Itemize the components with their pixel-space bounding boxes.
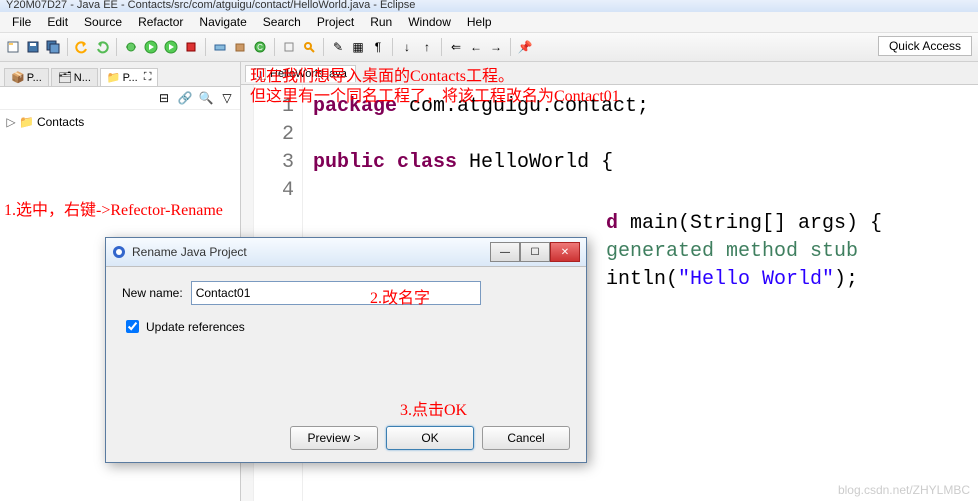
- project-icon: 📁: [19, 115, 34, 129]
- forward-icon[interactable]: →: [487, 38, 505, 56]
- collapse-all-icon[interactable]: ⊟: [155, 89, 173, 107]
- menu-project[interactable]: Project: [309, 13, 362, 31]
- maximize-button[interactable]: ☐: [520, 242, 550, 262]
- navigator-icon: 🗂: [58, 71, 72, 84]
- menu-navigate[interactable]: Navigate: [191, 13, 254, 31]
- tab-navigator[interactable]: 🗂N...: [51, 68, 98, 86]
- editor-tab-helloworld[interactable]: J HelloWorld.java: [245, 65, 356, 82]
- debug-icon[interactable]: [122, 38, 140, 56]
- editor-tabs: J HelloWorld.java: [241, 62, 978, 85]
- view-menu-icon[interactable]: ▽: [218, 89, 236, 107]
- open-type-icon[interactable]: [280, 38, 298, 56]
- prev-annotation-icon[interactable]: ↑: [418, 38, 436, 56]
- rename-dialog: Rename Java Project — ☐ ✕ New name: Upda…: [105, 237, 587, 463]
- ok-button[interactable]: OK: [386, 426, 474, 450]
- run-last-icon[interactable]: [162, 38, 180, 56]
- redo-icon[interactable]: [93, 38, 111, 56]
- menu-help[interactable]: Help: [459, 13, 500, 31]
- svg-text:J: J: [258, 70, 263, 80]
- eclipse-window: Y20M07D27 - Java EE - Contacts/src/com/a…: [0, 0, 978, 501]
- minimize-button[interactable]: —: [490, 242, 520, 262]
- new-name-label: New name:: [122, 286, 183, 300]
- project-explorer-icon: 📁: [107, 71, 121, 84]
- new-server-icon[interactable]: [211, 38, 229, 56]
- update-references-checkbox[interactable]: [126, 320, 139, 333]
- menu-file[interactable]: File: [4, 13, 39, 31]
- separator: [116, 38, 117, 56]
- cancel-button[interactable]: Cancel: [482, 426, 570, 450]
- menu-edit[interactable]: Edit: [39, 13, 76, 31]
- quick-access[interactable]: Quick Access: [878, 36, 972, 56]
- close-tab-icon[interactable]: ⛶: [144, 71, 152, 84]
- menu-search[interactable]: Search: [255, 13, 309, 31]
- menu-refactor[interactable]: Refactor: [130, 13, 191, 31]
- separator: [441, 38, 442, 56]
- run-icon[interactable]: [142, 38, 160, 56]
- code-peek: d main(String[] args) { generated method…: [606, 210, 882, 294]
- tab-label: HelloWorld.java: [270, 68, 347, 80]
- show-whitespace-icon[interactable]: ¶: [369, 38, 387, 56]
- focus-icon[interactable]: 🔍: [197, 89, 215, 107]
- toggle-block-icon[interactable]: ▦: [349, 38, 367, 56]
- side-toolbar: ⊟ 🔗 🔍 ▽: [0, 87, 240, 110]
- close-button[interactable]: ✕: [550, 242, 580, 262]
- separator: [323, 38, 324, 56]
- link-editor-icon[interactable]: 🔗: [176, 89, 194, 107]
- new-icon[interactable]: [4, 38, 22, 56]
- pin-icon[interactable]: 📌: [516, 38, 534, 56]
- next-annotation-icon[interactable]: ↓: [398, 38, 416, 56]
- new-class-icon[interactable]: C: [251, 38, 269, 56]
- save-all-icon[interactable]: [44, 38, 62, 56]
- undo-icon[interactable]: [73, 38, 91, 56]
- svg-text:C: C: [257, 43, 263, 52]
- separator: [392, 38, 393, 56]
- dialog-title: Rename Java Project: [132, 245, 484, 259]
- separator: [510, 38, 511, 56]
- tree-project-contacts[interactable]: ▷ 📁 Contacts: [4, 114, 236, 130]
- search-icon[interactable]: [300, 38, 318, 56]
- watermark: blog.csdn.net/ZHYLMBC: [838, 483, 970, 497]
- new-package-icon[interactable]: [231, 38, 249, 56]
- update-references-label: Update references: [146, 320, 245, 334]
- toggle-mark-icon[interactable]: ✎: [329, 38, 347, 56]
- separator: [67, 38, 68, 56]
- window-title: Y20M07D27 - Java EE - Contacts/src/com/a…: [0, 0, 978, 12]
- pkg-explorer-icon: 📦: [11, 71, 25, 84]
- new-name-input[interactable]: [191, 281, 481, 305]
- menu-run[interactable]: Run: [362, 13, 400, 31]
- preview-button[interactable]: Preview >: [290, 426, 378, 450]
- side-tabs: 📦P... 🗂N... 📁P...⛶: [0, 62, 240, 87]
- save-icon[interactable]: [24, 38, 42, 56]
- menu-bar: File Edit Source Refactor Navigate Searc…: [0, 12, 978, 33]
- external-tools-icon[interactable]: [182, 38, 200, 56]
- menu-window[interactable]: Window: [400, 13, 459, 31]
- menu-source[interactable]: Source: [76, 13, 130, 31]
- expand-arrow-icon[interactable]: ▷: [6, 115, 16, 129]
- project-label: Contacts: [37, 115, 84, 129]
- separator: [205, 38, 206, 56]
- back-icon[interactable]: ←: [467, 38, 485, 56]
- separator: [274, 38, 275, 56]
- java-file-icon: J: [254, 68, 266, 80]
- dialog-titlebar: Rename Java Project — ☐ ✕: [106, 238, 586, 267]
- tab-project-explorer[interactable]: 📁P...⛶: [100, 68, 159, 86]
- main-toolbar: C ✎ ▦ ¶ ↓ ↑ ⇐ ← → 📌: [0, 33, 978, 62]
- tab-package-explorer[interactable]: 📦P...: [4, 68, 49, 86]
- eclipse-icon: [112, 245, 126, 259]
- last-edit-icon[interactable]: ⇐: [447, 38, 465, 56]
